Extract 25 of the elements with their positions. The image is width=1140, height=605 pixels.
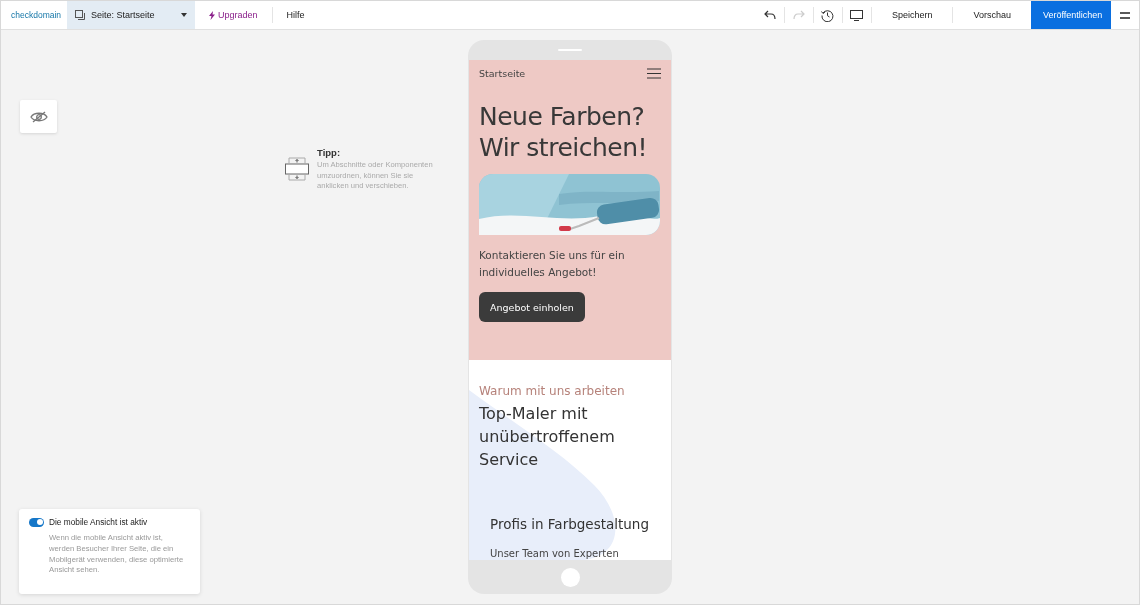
caret-icon	[181, 13, 187, 17]
hero-text: Kontaktieren Sie uns für ein individuelles Angebot!	[479, 247, 626, 281]
save-button[interactable]: Speichern	[871, 1, 953, 29]
hide-button[interactable]	[20, 100, 57, 133]
nav-title[interactable]: Startseite	[479, 68, 526, 79]
publish-button[interactable]: Veröffentlichen	[1031, 1, 1111, 29]
cta-button[interactable]: Angebot einholen	[479, 292, 585, 323]
eye-off-icon	[29, 110, 48, 123]
reorder-icon	[285, 156, 309, 183]
page-selector[interactable]: Seite: Startseite	[67, 1, 195, 29]
notice-title: Die mobile Ansicht ist aktiv	[49, 517, 148, 527]
toggle-switch[interactable]	[29, 517, 44, 527]
section-title: Top-Maler mit unübertroffenem Service	[479, 403, 616, 472]
hero-title: Neue Farben? Wir streichen!	[479, 101, 649, 164]
tip-title: Tipp:	[317, 147, 342, 158]
preview-button[interactable]: Vorschau	[953, 1, 1031, 29]
pages-icon	[75, 10, 85, 20]
feature-title: Profis in Farbgestaltung	[490, 515, 650, 532]
feature-text: Unser Team von Experten	[490, 547, 620, 559]
logo[interactable]: checkdomain	[1, 10, 67, 20]
section-eyebrow: Warum mit uns arbeiten	[479, 384, 626, 398]
menu-icon[interactable]	[647, 68, 661, 79]
upgrade-button[interactable]: Upgraden	[195, 1, 272, 29]
help-link[interactable]: Hilfe	[272, 1, 319, 29]
lightning-icon	[209, 10, 215, 20]
